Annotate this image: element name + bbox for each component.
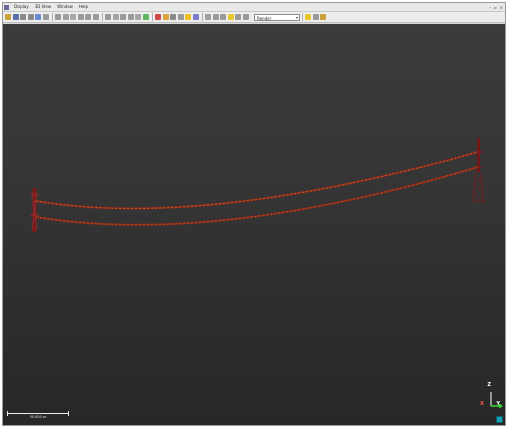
- point-cloud-scene: [30, 138, 503, 409]
- viewport-corner-indicator: [496, 416, 503, 423]
- menu-bar: Display 3D View Window Help – ▫ ×: [3, 3, 505, 12]
- settings-icon[interactable]: [242, 14, 249, 20]
- profile-icon[interactable]: [192, 14, 199, 20]
- right-tower: [472, 138, 485, 203]
- application-window: Display 3D View Window Help – ▫ × Render: [2, 2, 506, 426]
- menu-item-window[interactable]: Window: [54, 3, 76, 11]
- toolbar-separator: [52, 13, 53, 21]
- light-icon[interactable]: [185, 14, 191, 20]
- close-icon[interactable]: ×: [500, 5, 503, 10]
- conductor-upper: [35, 151, 479, 210]
- iso-view-icon[interactable]: [105, 14, 111, 20]
- fit-view-icon[interactable]: [70, 14, 76, 20]
- undo-icon[interactable]: [20, 14, 26, 20]
- toolbar-buttons: [5, 13, 250, 21]
- 3d-viewport[interactable]: 50.000 m Z X Y: [3, 24, 505, 425]
- axis-label-z: Z: [487, 382, 491, 388]
- ortho-icon[interactable]: [212, 14, 219, 20]
- redo-icon[interactable]: [27, 14, 34, 20]
- measure-icon[interactable]: [120, 14, 126, 20]
- layers-icon[interactable]: [135, 14, 141, 20]
- view-mode-select[interactable]: Render: [254, 13, 300, 21]
- main-toolbar: Render: [3, 12, 505, 23]
- top-view-icon[interactable]: [77, 14, 84, 20]
- scale-bar-line: [7, 413, 69, 414]
- lasso-icon[interactable]: [42, 14, 49, 20]
- toolbar-separator: [152, 13, 153, 21]
- rgb-icon[interactable]: [155, 14, 161, 20]
- classify-icon[interactable]: [162, 14, 169, 20]
- toolbar-separator: [102, 13, 103, 21]
- left-tower: [30, 188, 39, 232]
- open-file-icon[interactable]: [5, 14, 11, 20]
- minimize-icon[interactable]: –: [489, 5, 491, 10]
- highlight-mode-icon[interactable]: [305, 14, 311, 20]
- conductor-lower: [35, 166, 479, 226]
- maximize-icon[interactable]: ▫: [494, 5, 497, 10]
- side-view-icon[interactable]: [92, 14, 99, 20]
- toolbar-folder-icon[interactable]: [320, 14, 326, 20]
- app-logo-icon: [4, 4, 9, 10]
- scale-bar-label: 50.000 m: [29, 415, 47, 419]
- menu-item-help[interactable]: Help: [76, 3, 91, 11]
- toolbar-extra-icon[interactable]: [312, 14, 319, 20]
- grid-icon[interactable]: [112, 14, 119, 20]
- snapshot-icon[interactable]: [235, 14, 241, 20]
- pan-icon[interactable]: [55, 14, 61, 20]
- axis-label-x: X: [480, 401, 484, 407]
- select-icon[interactable]: [35, 14, 41, 20]
- sphere-icon[interactable]: [205, 14, 211, 20]
- highlight-icon[interactable]: [227, 14, 234, 20]
- zoom-icon[interactable]: [62, 14, 69, 20]
- menu-item-3d-view[interactable]: 3D View: [32, 3, 54, 11]
- scale-bar: 50.000 m: [7, 411, 71, 419]
- window-controls: – ▫ ×: [489, 5, 505, 10]
- toolbar-separator: [302, 13, 303, 21]
- point-size-icon[interactable]: [177, 14, 184, 20]
- color-ramp-icon[interactable]: [142, 14, 149, 20]
- section-icon[interactable]: [127, 14, 134, 20]
- save-icon[interactable]: [12, 14, 19, 20]
- menu-item-display[interactable]: Display: [11, 3, 32, 11]
- filter-icon[interactable]: [170, 14, 176, 20]
- toolbar-separator: [202, 13, 203, 21]
- axis-label-y: Y: [496, 401, 500, 407]
- front-view-icon[interactable]: [85, 14, 91, 20]
- perspective-icon[interactable]: [220, 14, 226, 20]
